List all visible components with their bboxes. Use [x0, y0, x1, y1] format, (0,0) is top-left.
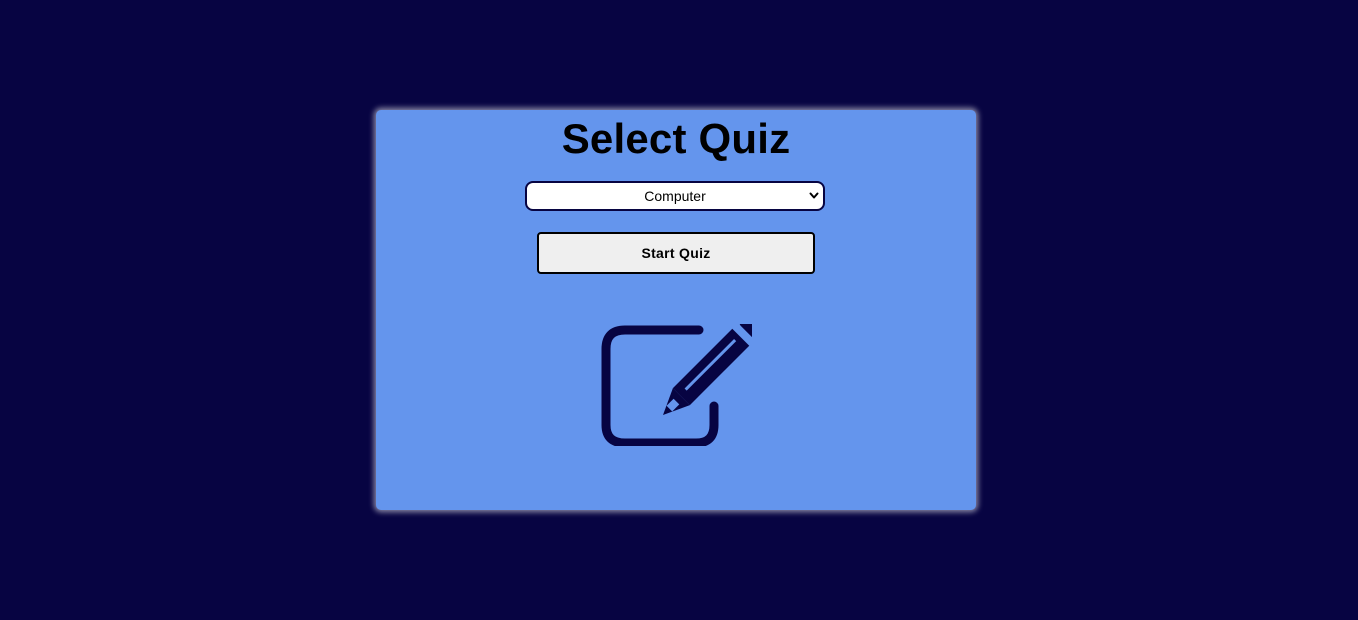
quiz-card: Select Quiz Computer Start Quiz — [376, 110, 976, 510]
edit-icon — [601, 324, 752, 446]
start-quiz-button[interactable]: Start Quiz — [537, 232, 815, 274]
quiz-select-wrapper: Computer — [525, 181, 825, 211]
quiz-select[interactable]: Computer — [525, 181, 825, 211]
page-title: Select Quiz — [561, 115, 791, 162]
page: Select Quiz Computer Start Quiz — [0, 0, 1358, 620]
